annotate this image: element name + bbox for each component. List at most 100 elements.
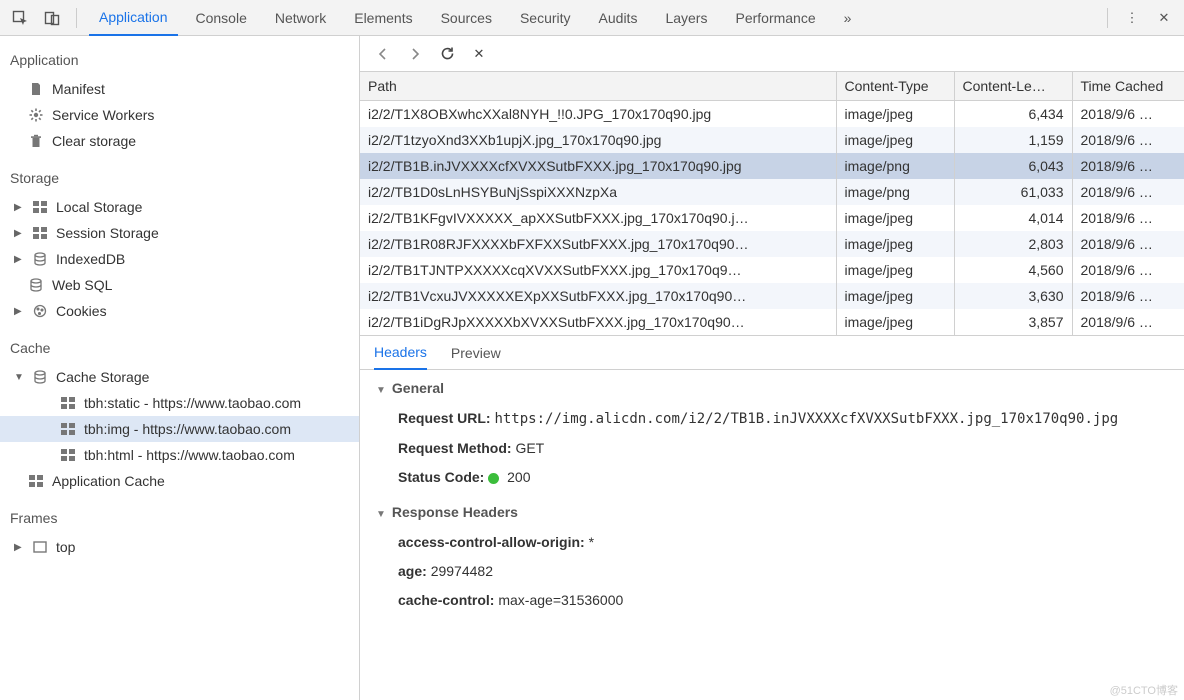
expand-arrow-icon: ▶: [14, 202, 24, 213]
sidebar-item-service-workers[interactable]: Service Workers: [0, 102, 359, 128]
sidebar-item-cookies[interactable]: ▶ Cookies: [0, 298, 359, 324]
expand-arrow-icon: ▶: [14, 228, 24, 239]
table-row[interactable]: i2/2/TB1iDgRJpXXXXXbXVXXSutbFXXX.jpg_170…: [360, 309, 1184, 335]
tab-sources[interactable]: Sources: [431, 0, 502, 36]
cell-time-cached: 2018/9/6 …: [1072, 127, 1184, 153]
sidebar-item-cache-entry[interactable]: tbh:html - https://www.taobao.com: [0, 442, 359, 468]
sidebar-item-label: Cache Storage: [56, 369, 149, 385]
expand-arrow-icon: ▼: [14, 372, 24, 383]
sidebar-item-indexeddb[interactable]: ▶ IndexedDB: [0, 246, 359, 272]
cell-path: i2/2/T1X8OBXwhcXXal8NYH_!!0.JPG_170x170q…: [360, 101, 836, 128]
sidebar-item-label: IndexedDB: [56, 251, 125, 267]
table-row[interactable]: i2/2/T1tzyoXnd3XXb1upjX.jpg_170x170q90.j…: [360, 127, 1184, 153]
expand-arrow-icon: ▶: [14, 542, 24, 553]
table-row[interactable]: i2/2/TB1B.inJVXXXXcfXVXXSutbFXXX.jpg_170…: [360, 153, 1184, 179]
sidebar-item-application-cache[interactable]: Application Cache: [0, 468, 359, 494]
sidebar-item-label: top: [56, 539, 75, 555]
device-toggle-icon[interactable]: [40, 6, 64, 30]
sidebar-item-label: Session Storage: [56, 225, 159, 241]
sidebar-item-label: Cookies: [56, 303, 107, 319]
header-key: cache-control:: [398, 592, 494, 608]
col-path[interactable]: Path: [360, 72, 836, 101]
tab-layers[interactable]: Layers: [655, 0, 717, 36]
cell-content-type: image/jpeg: [836, 101, 954, 128]
section-frames: Frames: [0, 494, 359, 534]
tab-elements[interactable]: Elements: [344, 0, 422, 36]
cache-toolbar: ✕: [360, 36, 1184, 72]
table-row[interactable]: i2/2/TB1TJNTPXXXXXcqXVXXSutbFXXX.jpg_170…: [360, 257, 1184, 283]
cell-content-type: image/jpeg: [836, 127, 954, 153]
storage-icon: [32, 199, 48, 215]
section-storage: Storage: [0, 154, 359, 194]
sidebar-item-frame-top[interactable]: ▶ top: [0, 534, 359, 560]
tab-console[interactable]: Console: [186, 0, 257, 36]
cell-time-cached: 2018/9/6 …: [1072, 101, 1184, 128]
table-row[interactable]: i2/2/TB1D0sLnHSYBuNjSspiXXXNzpXaimage/pn…: [360, 179, 1184, 205]
col-content-type[interactable]: Content-Type: [836, 72, 954, 101]
delete-icon[interactable]: ✕: [470, 45, 488, 63]
cell-content-length: 61,033: [954, 179, 1072, 205]
col-time-cached[interactable]: Time Cached: [1072, 72, 1184, 101]
request-method-value: GET: [515, 440, 544, 456]
general-section[interactable]: General: [376, 380, 1168, 396]
sidebar-item-manifest[interactable]: Manifest: [0, 76, 359, 102]
refresh-icon[interactable]: [438, 45, 456, 63]
tab-headers[interactable]: Headers: [374, 336, 427, 370]
table-row[interactable]: i2/2/TB1KFgvIVXXXXX_apXXSutbFXXX.jpg_170…: [360, 205, 1184, 231]
devtools-top-toolbar: Application Console Network Elements Sou…: [0, 0, 1184, 36]
col-content-length[interactable]: Content-Le…: [954, 72, 1072, 101]
cell-content-length: 6,043: [954, 153, 1072, 179]
table-row[interactable]: i2/2/TB1VcxuJVXXXXXEXpXXSutbFXXX.jpg_170…: [360, 283, 1184, 309]
table-row[interactable]: i2/2/T1X8OBXwhcXXal8NYH_!!0.JPG_170x170q…: [360, 101, 1184, 128]
table-icon: [28, 473, 44, 489]
database-icon: [32, 251, 48, 267]
sidebar-item-cache-entry[interactable]: tbh:img - https://www.taobao.com: [0, 416, 359, 442]
cell-time-cached: 2018/9/6 …: [1072, 257, 1184, 283]
gear-icon: [28, 107, 44, 123]
sidebar-item-clear-storage[interactable]: Clear storage: [0, 128, 359, 154]
tab-security[interactable]: Security: [510, 0, 581, 36]
headers-detail-pane: General Request URL: https://img.alicdn.…: [360, 370, 1184, 700]
cell-content-type: image/jpeg: [836, 231, 954, 257]
cell-content-type: image/jpeg: [836, 257, 954, 283]
cell-time-cached: 2018/9/6 …: [1072, 283, 1184, 309]
table-icon: [60, 421, 76, 437]
cell-content-type: image/png: [836, 153, 954, 179]
prev-icon[interactable]: [374, 45, 392, 63]
cell-content-type: image/png: [836, 179, 954, 205]
tab-network[interactable]: Network: [265, 0, 336, 36]
sidebar-item-websql[interactable]: Web SQL: [0, 272, 359, 298]
cell-time-cached: 2018/9/6 …: [1072, 231, 1184, 257]
kebab-menu-icon[interactable]: ⋮: [1120, 6, 1144, 30]
request-url-value: https://img.alicdn.com/i2/2/TB1B.inJVXXX…: [494, 411, 1118, 427]
application-sidebar: Application Manifest Service Workers Cle…: [0, 36, 360, 700]
tab-performance[interactable]: Performance: [725, 0, 825, 36]
sidebar-item-label: Clear storage: [52, 133, 136, 149]
trash-icon: [28, 133, 44, 149]
response-headers-section[interactable]: Response Headers: [376, 504, 1168, 520]
table-row[interactable]: i2/2/TB1R08RJFXXXXbFXFXXSutbFXXX.jpg_170…: [360, 231, 1184, 257]
next-icon[interactable]: [406, 45, 424, 63]
status-dot-icon: [488, 473, 499, 484]
table-icon: [60, 447, 76, 463]
tab-preview[interactable]: Preview: [451, 336, 501, 370]
sidebar-item-cache-entry[interactable]: tbh:static - https://www.taobao.com: [0, 390, 359, 416]
database-icon: [28, 277, 44, 293]
sidebar-item-label: Manifest: [52, 81, 105, 97]
inspect-icon[interactable]: [8, 6, 32, 30]
tab-overflow[interactable]: »: [834, 0, 862, 36]
status-code-label: Status Code:: [398, 469, 484, 485]
cell-content-length: 3,630: [954, 283, 1072, 309]
expand-arrow-icon: ▶: [14, 306, 24, 317]
sidebar-item-label: Service Workers: [52, 107, 154, 123]
request-method-label: Request Method:: [398, 440, 512, 456]
sidebar-item-session-storage[interactable]: ▶ Session Storage: [0, 220, 359, 246]
sidebar-item-local-storage[interactable]: ▶ Local Storage: [0, 194, 359, 220]
tab-audits[interactable]: Audits: [589, 0, 648, 36]
close-icon[interactable]: ✕: [1152, 6, 1176, 30]
table-icon: [60, 395, 76, 411]
cell-content-type: image/jpeg: [836, 309, 954, 335]
header-key: access-control-allow-origin:: [398, 534, 585, 550]
tab-application[interactable]: Application: [89, 0, 178, 36]
sidebar-item-cache-storage[interactable]: ▼ Cache Storage: [0, 364, 359, 390]
